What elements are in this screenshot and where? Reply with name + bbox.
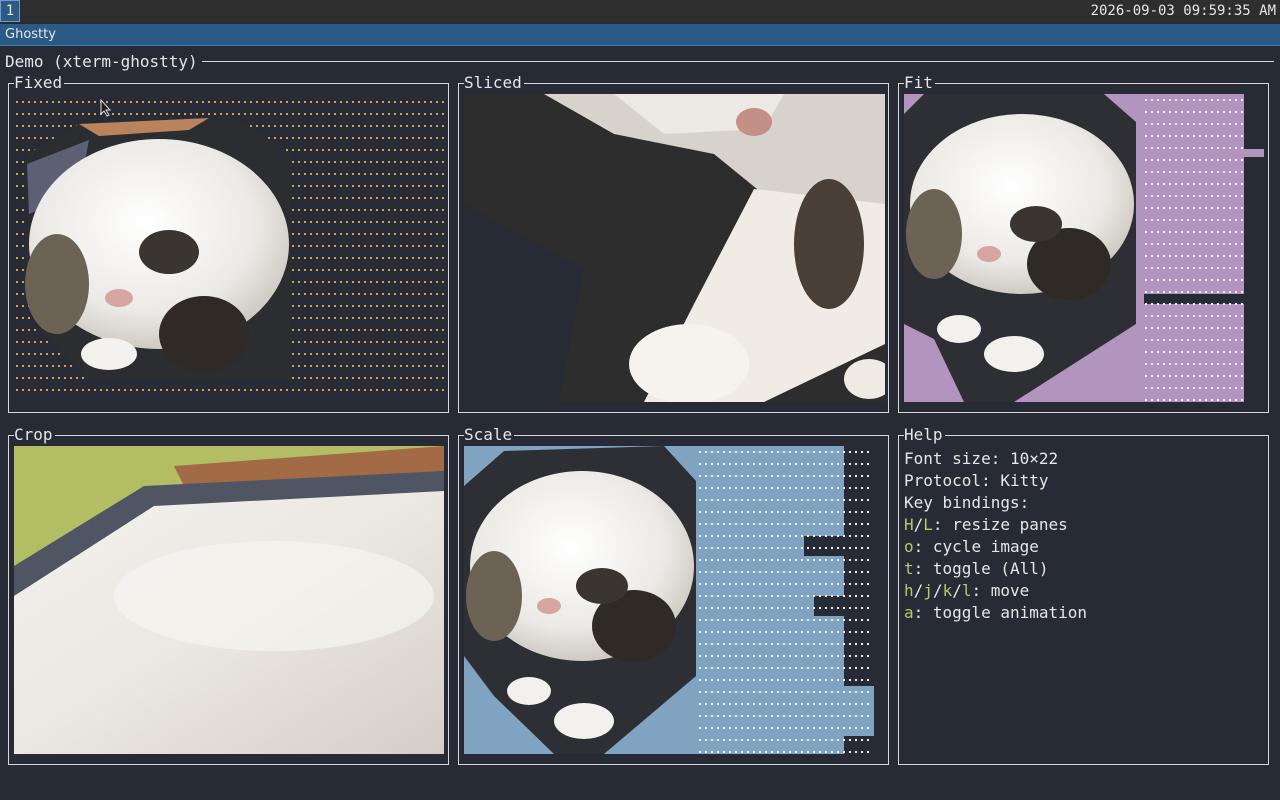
help-binding-resize: H/L: resize panes [904,514,1087,536]
key-separator: / [952,581,962,600]
help-binding-toggle: t: toggle (All) [904,558,1087,580]
pane-fit-label: Fit [904,73,935,93]
key-separator: / [932,581,943,600]
key-separator: / [913,581,924,600]
key-a: a [904,603,914,622]
binding-desc: : toggle (All) [913,559,1049,578]
help-text: Font size: 10×22 Protocol: Kitty Key bindi… [904,448,1087,624]
key-H: H [904,515,914,534]
pane-crop[interactable]: Crop [8,425,449,765]
help-key-bindings-heading: Key bindings: [904,493,1030,512]
help-binding-cycle: o: cycle image [904,536,1087,558]
workspace-indicator[interactable]: 1 [0,0,20,22]
binding-desc: : resize panes [932,515,1068,534]
key-t: t [904,559,914,578]
fixed-image [15,100,445,400]
crop-image [14,446,444,754]
key-k: k [942,581,953,600]
pane-fixed[interactable]: Fixed [8,73,449,413]
demo-title: Demo (xterm-ghostty) [5,52,202,72]
pane-sliced[interactable]: Sliced [458,73,889,413]
mouse-cursor-icon [100,99,112,117]
help-binding-move: h/j/k/l: move [904,580,1087,602]
pane-sliced-label: Sliced [464,73,524,93]
scale-image [464,446,884,754]
binding-desc: : toggle animation [913,603,1088,622]
key-h: h [904,581,914,600]
key-separator: / [913,515,924,534]
binding-desc: : cycle image [913,537,1039,556]
sliced-image [464,94,885,402]
pane-help[interactable]: Help Font size: 10×22 Protocol: Kitty Key … [898,425,1269,765]
pane-crop-label: Crop [14,425,55,445]
key-j: j [923,581,933,600]
binding-desc: : move [971,581,1030,600]
help-binding-animation: a: toggle animation [904,602,1087,624]
help-protocol: Protocol: Kitty [904,471,1049,490]
clock: 2026-09-03 09:59:35 AM [1090,3,1276,19]
help-font-size: Font size: 10×22 [904,449,1059,468]
pane-scale-label: Scale [464,425,515,445]
pane-scale[interactable]: Scale [458,425,889,765]
pane-help-label: Help [904,425,945,445]
window-titlebar[interactable]: Ghostty [0,24,1280,46]
fit-image [904,94,1265,402]
key-L: L [923,515,933,534]
pane-fit[interactable]: Fit [898,73,1269,413]
top-bar: 1 2026-09-03 09:59:35 AM [0,0,1280,22]
key-o: o [904,537,914,556]
